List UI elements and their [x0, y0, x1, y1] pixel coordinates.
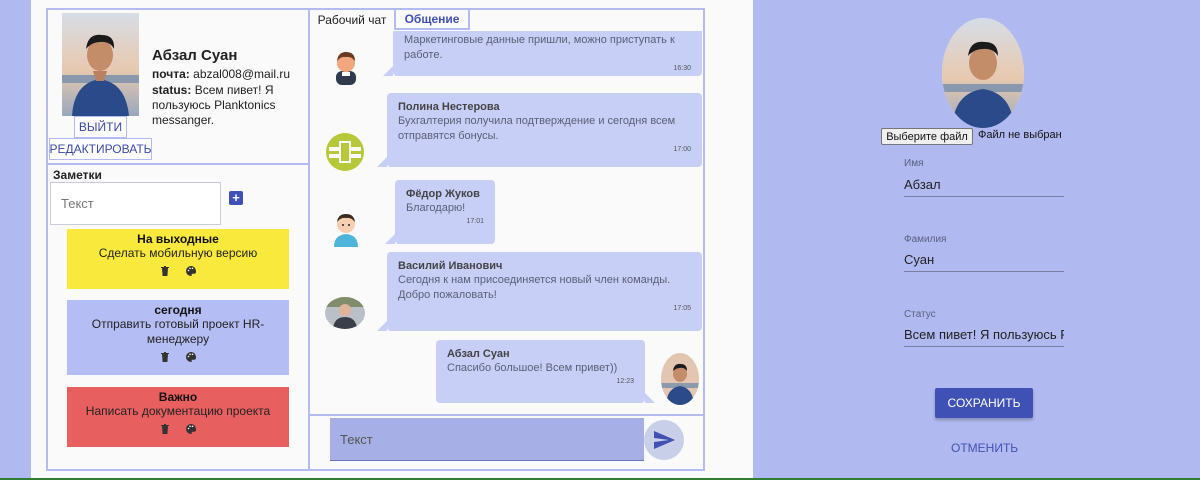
note-title: сегодня	[154, 303, 202, 317]
logout-button[interactable]: ВЫЙТИ	[74, 116, 127, 138]
message-list: Маркетинговые данные пришли, можно прист…	[311, 31, 702, 415]
chat-avatar	[661, 353, 699, 405]
message-author: Полина Нестерова	[398, 101, 500, 113]
cancel-button[interactable]: ОТМЕНИТЬ	[951, 441, 1018, 455]
message-time: 16:30	[673, 65, 691, 72]
tab-work-chat[interactable]: Рабочий чат	[310, 10, 396, 30]
status-label: status:	[152, 83, 192, 97]
user-photo-icon	[661, 353, 699, 405]
message-text: Сегодня к нам присоединяется новый член …	[398, 274, 671, 301]
message-author: Фёдор Жуков	[406, 188, 480, 200]
man-avatar-icon	[336, 52, 356, 85]
man-avatar-icon	[334, 214, 358, 247]
note-card: сегодня Отправить готовый проект HR-мене…	[67, 300, 289, 375]
message-text: Благодарю!	[406, 202, 466, 214]
palette-icon[interactable]	[185, 423, 197, 435]
photo-avatar-icon	[325, 297, 365, 329]
tab-general[interactable]: Общение	[396, 10, 470, 30]
last-name-input[interactable]: Суан	[904, 252, 1064, 272]
message-text: Бухгалтерия получила подтверждение и сег…	[398, 115, 676, 142]
chat-avatar	[326, 45, 366, 85]
profile-avatar	[62, 13, 139, 116]
chat-avatar	[326, 207, 366, 247]
note-title: Важно	[158, 390, 198, 404]
email-label: почта:	[152, 67, 190, 81]
profile-status: status: Всем пивет! Я пользуюсь Plankton…	[152, 83, 298, 128]
message-bubble: Полина Нестерова Бухгалтерия получила по…	[377, 93, 702, 167]
note-actions	[67, 423, 289, 435]
last-name-label: Фамилия	[904, 234, 947, 245]
trash-icon[interactable]	[159, 423, 171, 435]
send-icon	[654, 431, 675, 449]
chat-avatar	[325, 132, 365, 172]
profile-name: Абзал Суан	[152, 47, 238, 64]
status-input[interactable]: Всем пивет! Я пользуюсь Planktonics mess…	[904, 327, 1064, 347]
edit-profile-button[interactable]: РЕДАКТИРОВАТЬ	[49, 138, 152, 160]
status-field-label: Статус	[904, 309, 936, 320]
profile-email: почта: abzal008@mail.ru	[152, 67, 298, 82]
chat-avatar	[325, 297, 365, 329]
user-photo-icon	[62, 13, 139, 116]
note-text-input[interactable]: Текст	[50, 182, 221, 225]
email-value: abzal008@mail.ru	[193, 67, 291, 81]
palette-icon[interactable]	[185, 351, 197, 363]
first-name-input[interactable]: Абзал	[904, 177, 1064, 197]
add-note-button[interactable]: +	[229, 191, 243, 205]
note-text: Сделать мобильную версию	[98, 246, 258, 260]
green-logo-icon	[326, 133, 364, 171]
note-title: На выходные	[137, 232, 219, 246]
message-text: Спасибо большое! Всем привет))	[447, 362, 618, 374]
edit-avatar-preview	[942, 18, 1024, 128]
message-time: 17:01	[466, 218, 484, 225]
message-author: Абзал Суан	[447, 348, 510, 360]
choose-file-button[interactable]: Выберите файл	[881, 128, 973, 145]
trash-icon[interactable]	[159, 265, 171, 277]
note-card: На выходные Сделать мобильную версию	[67, 229, 289, 289]
palette-icon[interactable]	[185, 265, 197, 277]
message-bubble: Абзал Суан Спасибо большое! Всем привет)…	[436, 340, 655, 403]
save-button[interactable]: СОХРАНИТЬ	[935, 388, 1033, 418]
notes-title: Заметки	[53, 168, 102, 182]
note-actions	[67, 265, 289, 277]
trash-icon[interactable]	[159, 351, 171, 363]
message-input[interactable]: Текст	[330, 418, 644, 461]
first-name-label: Имя	[904, 158, 924, 169]
message-text: Маркетинговые данные пришли, можно прист…	[404, 34, 675, 61]
plus-icon: +	[232, 190, 240, 205]
message-bubble: Маркетинговые данные пришли, можно прист…	[383, 31, 702, 76]
message-bubble: Василий Иванович Сегодня к нам присоедин…	[377, 252, 702, 331]
message-author: Василий Иванович	[398, 260, 503, 272]
note-text: Написать документацию проекта	[85, 404, 271, 418]
file-status: Файл не выбран	[978, 129, 1062, 141]
message-time: 17:00	[673, 146, 691, 153]
note-actions	[67, 351, 289, 363]
note-text: Отправить готовый проект HR-менеджеру	[91, 317, 265, 346]
message-time: 12:23	[616, 378, 634, 385]
message-time: 17:05	[673, 305, 691, 312]
send-button[interactable]	[644, 420, 684, 460]
message-bubble: Фёдор Жуков Благодарю! 17:01	[385, 180, 495, 244]
user-photo-icon	[942, 18, 1024, 128]
note-card: Важно Написать документацию проекта	[67, 387, 289, 447]
